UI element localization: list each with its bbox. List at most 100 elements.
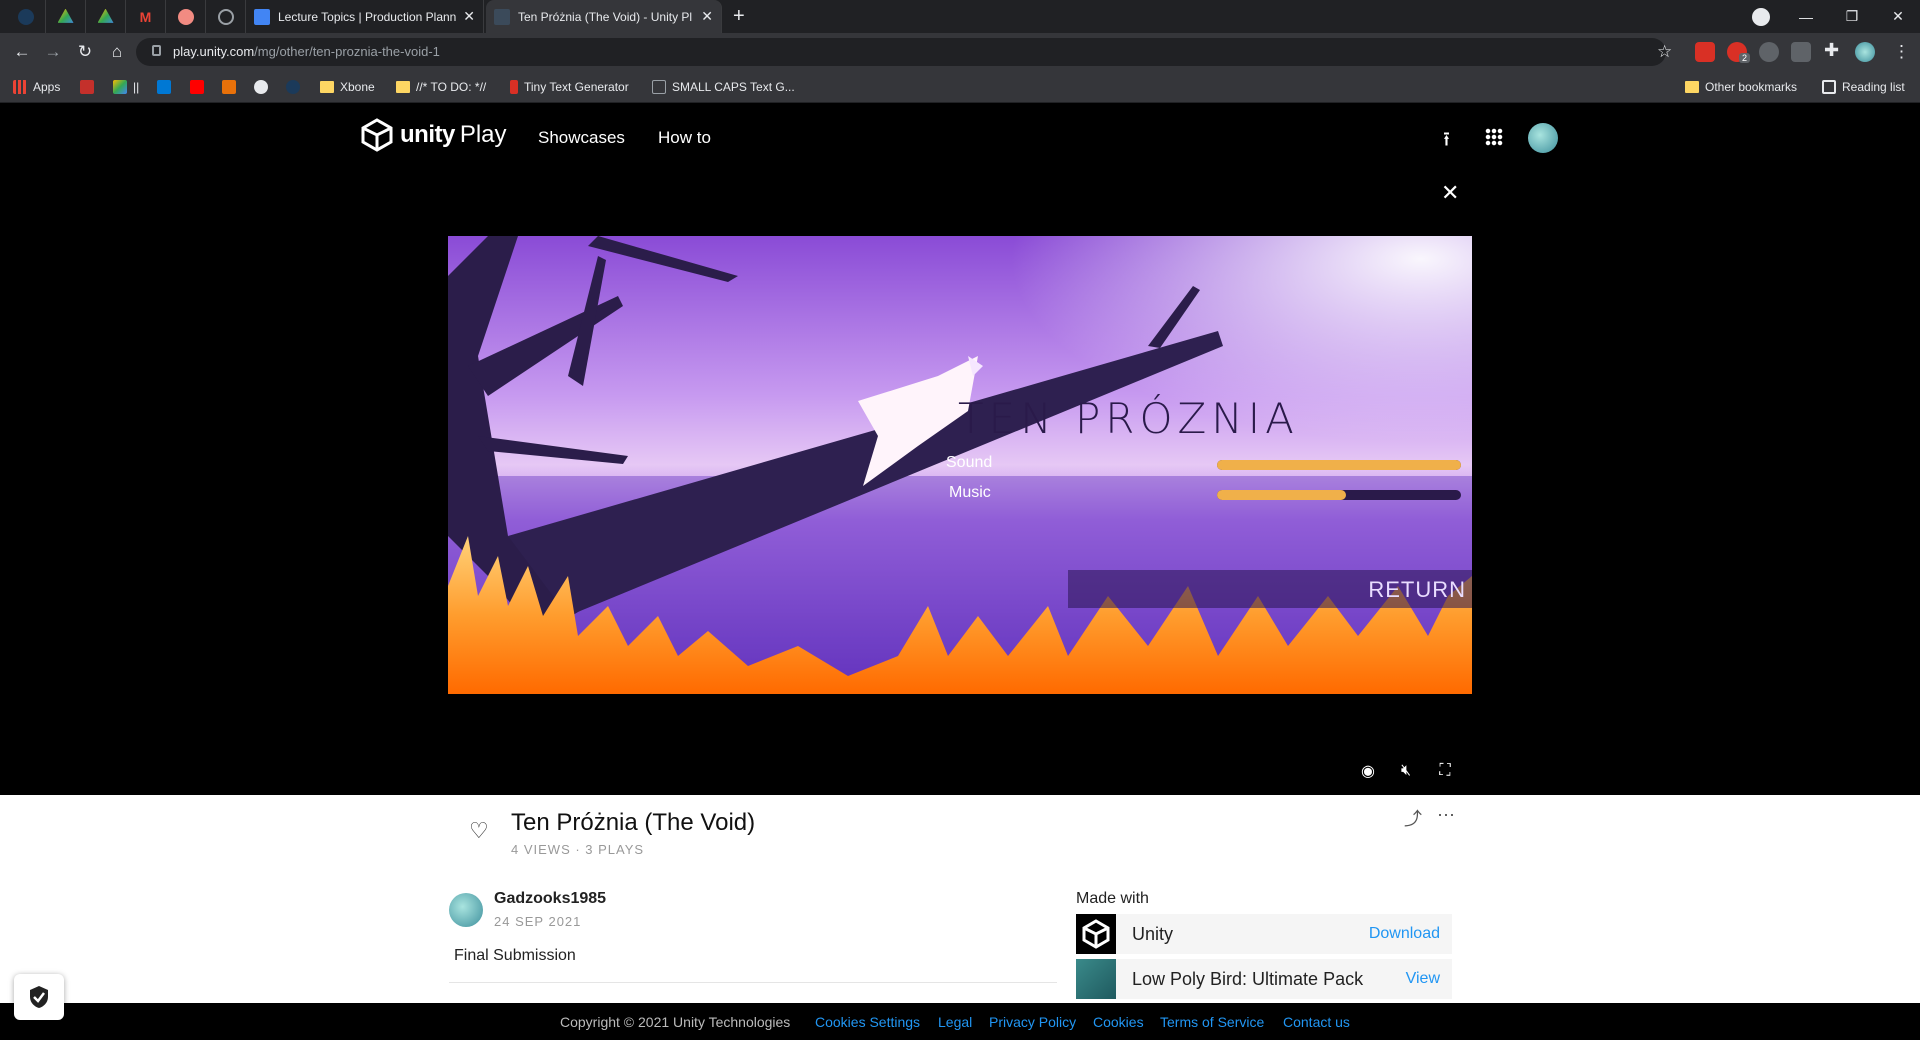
download-link[interactable]: Download	[1369, 925, 1440, 943]
close-window-button[interactable]: ✕	[1875, 0, 1920, 33]
publish-date: 24 SEP 2021	[494, 914, 582, 929]
made-with-asset: Low Poly Bird: Ultimate Pack View	[1076, 959, 1452, 999]
drive-icon	[57, 8, 74, 23]
bookmark-xbone[interactable]: Xbone	[320, 77, 375, 97]
bookmark-apps[interactable]: Apps	[13, 77, 60, 97]
extension-icon[interactable]	[1791, 42, 1811, 62]
fullscreen-icon[interactable]: ⛶	[1434, 760, 1456, 782]
reading-list-icon	[1822, 80, 1836, 94]
back-icon[interactable]: ←	[10, 40, 34, 64]
restore-button[interactable]: ❐	[1829, 0, 1875, 33]
gmail-icon: M	[139, 8, 152, 25]
reload-icon[interactable]: ↻	[73, 40, 97, 64]
profile-avatar[interactable]	[1855, 42, 1875, 62]
pinned-tab-6[interactable]	[206, 0, 246, 33]
reading-list[interactable]: Reading list	[1822, 77, 1905, 97]
footer-link-cookies-settings[interactable]: Cookies Settings	[815, 1014, 920, 1030]
author-name[interactable]: Gadzooks1985	[494, 890, 606, 908]
forward-icon[interactable]: →	[41, 40, 65, 64]
footer-link-privacy[interactable]: Privacy Policy	[989, 1014, 1076, 1030]
music-slider-track[interactable]	[1217, 490, 1461, 500]
mute-icon[interactable]: 🔇︎	[1395, 760, 1417, 782]
nav-showcases[interactable]: Showcases	[538, 128, 625, 148]
screenshot-aperture-icon[interactable]: ◉	[1357, 760, 1379, 782]
return-button[interactable]: RETURN	[1068, 570, 1472, 608]
game-canvas[interactable]: TEN PRÓZNIA Sound Music RETURN	[448, 236, 1472, 694]
new-tab-button[interactable]: +	[733, 5, 745, 28]
logo-word: unity	[400, 121, 455, 148]
bookmark-favicon	[286, 80, 300, 94]
unity-cube-icon	[1082, 919, 1110, 949]
user-avatar[interactable]	[1528, 123, 1558, 153]
footer-link-terms[interactable]: Terms of Service	[1160, 1014, 1264, 1030]
bookmark-tiny-text[interactable]: Tiny Text Generator	[510, 77, 629, 97]
sound-label: Sound	[946, 454, 993, 471]
apps-grid-icon	[13, 80, 27, 94]
bookmark-icon-1[interactable]	[80, 77, 100, 97]
bookmark-favicon	[652, 80, 666, 94]
made-with-name: Low Poly Bird: Ultimate Pack	[1132, 969, 1364, 989]
footer-link-contact[interactable]: Contact us	[1283, 1014, 1350, 1030]
project-description: Final Submission	[454, 947, 576, 964]
apps-grid-icon[interactable]	[1485, 128, 1503, 146]
tab-icon	[17, 8, 34, 25]
extension-icon[interactable]	[1759, 42, 1779, 62]
return-label: RETURN	[1368, 577, 1466, 602]
sound-slider-track[interactable]	[1217, 460, 1461, 470]
bookmark-unity[interactable]	[286, 77, 306, 97]
bookmark-fox[interactable]	[222, 77, 242, 97]
unity-thumbnail	[1076, 914, 1116, 954]
author-avatar[interactable]	[449, 893, 483, 927]
bookmark-small-caps[interactable]: SMALL CAPS Text G...	[652, 77, 795, 97]
bookmark-star-icon[interactable]: ☆	[1657, 42, 1672, 62]
pinned-tab-3[interactable]	[86, 0, 126, 33]
tab-lecture-topics[interactable]: Lecture Topics | Production Plann ✕	[246, 0, 484, 33]
bookmark-drive[interactable]: ||	[113, 77, 139, 97]
bookmark-youtube[interactable]	[190, 77, 210, 97]
pinned-tab-1[interactable]	[6, 0, 46, 33]
gmail-extension-icon[interactable]	[1695, 42, 1715, 62]
drive-icon	[113, 80, 127, 94]
bookmark-favicon	[510, 80, 518, 94]
privacy-shield-button[interactable]	[14, 974, 64, 1020]
lock-icon[interactable]	[152, 45, 161, 56]
project-details	[0, 795, 1920, 1003]
footer-link-legal[interactable]: Legal	[938, 1014, 972, 1030]
globe-icon	[217, 8, 234, 25]
folder-icon	[1685, 81, 1699, 93]
home-icon[interactable]: ⌂	[105, 40, 129, 64]
bookmark-todo[interactable]: //* TO DO: *//	[396, 77, 486, 97]
drive-icon	[97, 8, 114, 23]
folder-icon	[396, 81, 410, 93]
pinned-tab-4[interactable]: M	[126, 0, 166, 33]
url-text[interactable]: play.unity.com/mg/other/ten-proznia-the-…	[173, 44, 440, 59]
minimize-button[interactable]: —	[1783, 0, 1829, 33]
view-link[interactable]: View	[1406, 970, 1440, 988]
close-player-icon[interactable]: ✕	[1441, 180, 1459, 206]
pinned-tab-5[interactable]	[166, 0, 206, 33]
chrome-menu-icon[interactable]: ⋮	[1893, 42, 1910, 62]
pinned-tab-2[interactable]	[46, 0, 86, 33]
more-options-icon[interactable]: ⋯	[1437, 805, 1455, 826]
footer-link-cookies[interactable]: Cookies	[1093, 1014, 1144, 1030]
logo-play: Play	[459, 121, 507, 148]
close-tab-icon[interactable]: ✕	[701, 8, 713, 25]
like-heart-icon[interactable]: ♡	[469, 818, 489, 844]
bookmark-favicon	[80, 80, 94, 94]
extensions-puzzle-icon[interactable]: ✚	[1824, 40, 1839, 61]
folder-icon	[320, 81, 334, 93]
tab-ten-proznia[interactable]: Ten Próżnia (The Void) - Unity Pl ✕	[486, 0, 722, 33]
other-bookmarks[interactable]: Other bookmarks	[1685, 77, 1797, 97]
music-slider-fill	[1217, 490, 1347, 500]
upload-icon[interactable]: ⭱	[1443, 125, 1450, 159]
nav-how-to[interactable]: How to	[658, 128, 711, 148]
docs-icon	[254, 8, 270, 25]
close-tab-icon[interactable]: ✕	[463, 8, 475, 25]
unity-play-logo[interactable]: unity Play	[360, 118, 507, 152]
profile-menu-icon[interactable]	[1738, 0, 1784, 33]
outlook-icon	[157, 80, 171, 94]
share-icon[interactable]: ⤴	[1404, 805, 1422, 831]
bookmark-github[interactable]	[254, 77, 274, 97]
made-with-name: Unity	[1132, 924, 1174, 944]
bookmark-outlook[interactable]	[157, 77, 177, 97]
